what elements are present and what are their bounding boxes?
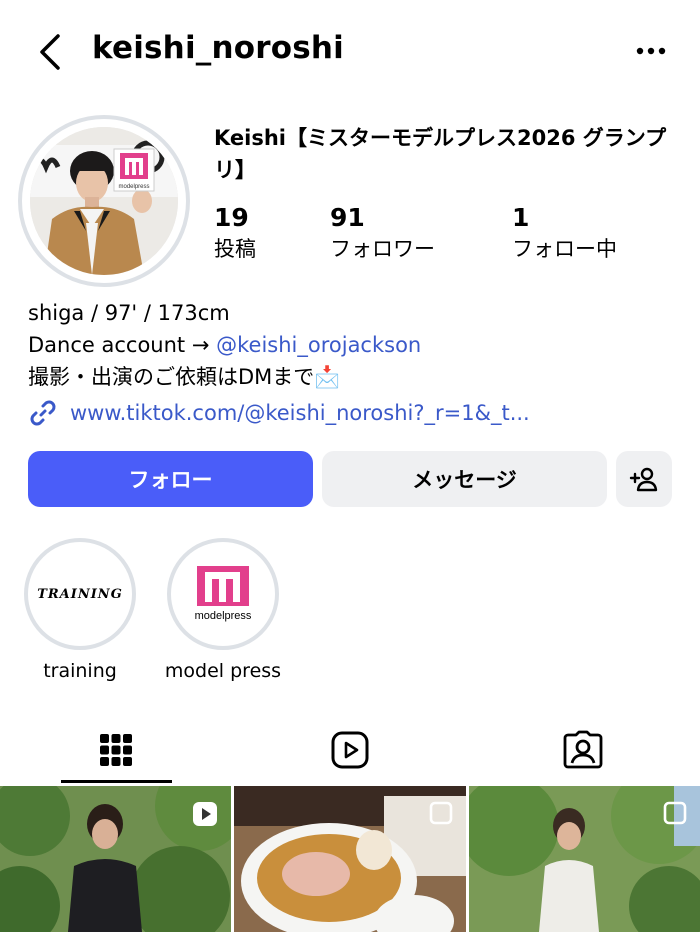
stat-value: 19 — [214, 203, 249, 232]
stat-value: 1 — [512, 203, 530, 232]
svg-text:modelpress: modelpress — [118, 184, 149, 190]
tab-tagged[interactable] — [528, 727, 638, 773]
active-tab-indicator — [61, 780, 172, 783]
post-thumbnail[interactable] — [469, 786, 700, 932]
top-bar: keishi_noroshi — [0, 0, 700, 100]
highlight-cover-text: modelpress — [194, 610, 252, 622]
mention-link[interactable]: @keishi_orojackson — [216, 333, 421, 357]
more-options-button[interactable] — [630, 36, 674, 66]
stat-label: 投稿 — [214, 237, 256, 261]
highlight-model-press[interactable]: modelpress model press — [165, 538, 281, 682]
following-count[interactable]: 1 フォロー中 — [512, 202, 617, 264]
reels-icon — [331, 731, 369, 769]
chevron-left-icon — [40, 34, 60, 70]
profile-username: keishi_noroshi — [92, 30, 344, 66]
suggested-users-button[interactable] — [616, 451, 672, 507]
reel-icon — [193, 802, 217, 826]
highlight-ring: modelpress — [167, 538, 279, 650]
avatar: modelpress — [30, 127, 178, 275]
carousel-icon — [663, 801, 687, 825]
post-thumbnail[interactable] — [0, 786, 231, 932]
stat-value: 91 — [330, 203, 365, 232]
posts-grid — [0, 786, 700, 932]
profile-tabs — [0, 715, 700, 785]
highlight-training[interactable]: TRAINING training — [24, 538, 136, 682]
external-link[interactable]: www.tiktok.com/@keishi_noroshi?_r=1&_t..… — [28, 398, 530, 428]
followers-count[interactable]: 91 フォロワー — [330, 202, 435, 264]
post-thumbnail[interactable] — [234, 786, 466, 932]
link-text: www.tiktok.com/@keishi_noroshi?_r=1&_t..… — [70, 401, 530, 425]
highlight-ring: TRAINING — [24, 538, 136, 650]
stat-label: フォロワー — [330, 237, 435, 261]
message-button[interactable]: メッセージ — [322, 451, 607, 507]
more-horizontal-icon — [636, 47, 666, 55]
profile-avatar-ring[interactable]: modelpress — [18, 115, 190, 287]
highlight-cover-text: TRAINING — [37, 586, 123, 602]
highlight-cover: modelpress — [179, 550, 267, 638]
link-icon — [30, 400, 56, 426]
profile-bio: shiga / 97' / 173cm Dance account → @kei… — [28, 297, 678, 393]
highlight-title: model press — [164, 660, 282, 682]
stat-label: フォロー中 — [512, 237, 617, 261]
bio-line: Dance account → @keishi_orojackson — [28, 329, 678, 361]
bio-line: shiga / 97' / 173cm — [28, 301, 230, 325]
profile-full-name: Keishi【ミスターモデルプレス2026 グランプリ】 — [214, 126, 667, 182]
tab-grid[interactable] — [61, 727, 171, 773]
posts-count[interactable]: 19 投稿 — [214, 202, 256, 264]
grid-icon — [100, 734, 132, 766]
modelpress-logo-icon — [197, 566, 249, 606]
follow-button[interactable]: フォロー — [28, 451, 313, 507]
tab-reels[interactable] — [295, 727, 405, 773]
highlight-cover: TRAINING — [36, 550, 124, 638]
bio-line: 撮影・出演のご依頼はDMまで📩 — [28, 365, 341, 389]
carousel-icon — [429, 801, 453, 825]
bio-text: Dance account → — [28, 333, 217, 357]
add-person-icon — [629, 467, 658, 492]
tagged-person-icon — [563, 730, 603, 769]
back-button[interactable] — [30, 30, 70, 74]
